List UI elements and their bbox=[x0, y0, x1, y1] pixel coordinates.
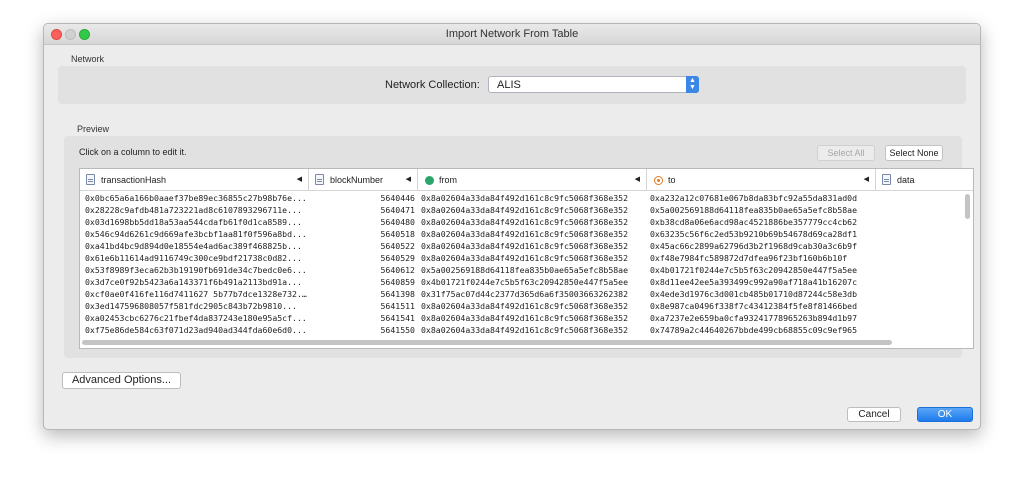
table-row: 0xcf0ae0f416fe116d7411627 5b77b7dce1328e… bbox=[80, 288, 973, 300]
cell-from: 0x8a02604a33da84f492d161c8c9fc5068f368e3… bbox=[421, 241, 629, 251]
select-none-button[interactable]: Select None bbox=[885, 145, 943, 161]
table-row: 0x546c94d6261c9d669afe3bcbf1aa81f0f596a8… bbox=[80, 228, 973, 240]
cell-transaction-hash: 0xcf0ae0f416fe116d7411627 5b77b7dce1328e… bbox=[85, 289, 310, 299]
ok-button[interactable]: OK bbox=[917, 407, 973, 422]
window-title: Import Network From Table bbox=[445, 28, 579, 40]
table-row: 0xf75e86de584c63f071d23ad940ad344fda60e6… bbox=[80, 324, 973, 336]
vertical-scrollbar[interactable] bbox=[965, 194, 970, 219]
column-header-data[interactable]: data bbox=[876, 169, 973, 191]
cell-from: 0x8a02604a33da84f492d161c8c9fc5068f368e3… bbox=[421, 229, 629, 239]
cell-from: 0x5a002569188d64118fea835b0ae65a5efc8b58… bbox=[421, 265, 629, 275]
cell-block-number: 5641550 bbox=[380, 325, 415, 335]
cell-from: 0x8a02604a33da84f492d161c8c9fc5068f368e3… bbox=[421, 193, 629, 203]
column-header-blocknumber[interactable]: blockNumber ◀ bbox=[309, 169, 418, 191]
table-header: transactionHash ◀ blockNumber ◀ from ◀ t… bbox=[80, 169, 973, 191]
column-header-transactionhash[interactable]: transactionHash ◀ bbox=[80, 169, 309, 191]
cell-transaction-hash: 0x3ed147596808057f581fdc2905c843b72b9810… bbox=[85, 301, 297, 311]
network-section-label: Network bbox=[71, 54, 105, 64]
column-header-from[interactable]: from ◀ bbox=[418, 169, 647, 191]
horizontal-scrollbar[interactable] bbox=[82, 340, 892, 345]
column-label: transactionHash bbox=[101, 175, 167, 185]
text-column-icon bbox=[86, 174, 95, 185]
cell-from: 0x8a02604a33da84f492d161c8c9fc5068f368e3… bbox=[421, 253, 629, 263]
table-row: 0x28228c9afdb481a723221ad8c6107893296711… bbox=[80, 204, 973, 216]
table-row: 0x3d7ce0f92b5423a6a143371f6b491a2113bd91… bbox=[80, 276, 973, 288]
preview-table[interactable]: transactionHash ◀ blockNumber ◀ from ◀ t… bbox=[79, 168, 974, 349]
preview-hint: Click on a column to edit it. bbox=[79, 147, 187, 157]
cell-block-number: 5640471 bbox=[380, 205, 415, 215]
column-label: data bbox=[897, 175, 915, 185]
table-row: 0x03d1698bb5dd18a53aa544cdafb61f0d1ca858… bbox=[80, 216, 973, 228]
cell-block-number: 5640529 bbox=[380, 253, 415, 263]
column-label: from bbox=[439, 175, 457, 185]
cell-block-number: 5640522 bbox=[380, 241, 415, 251]
cell-to: 0x74789a2c44640267bbde499cb68855c09c9ef9… bbox=[650, 325, 858, 335]
network-collection-select[interactable]: ALIS ▲ ▼ bbox=[488, 76, 699, 93]
target-node-icon bbox=[654, 176, 663, 185]
import-network-dialog: Import Network From Table Network Networ… bbox=[43, 23, 981, 430]
cell-from: 0x8a02604a33da84f492d161c8c9fc5068f368e3… bbox=[421, 325, 629, 335]
cell-transaction-hash: 0x03d1698bb5dd18a53aa544cdafb61f0d1ca858… bbox=[85, 217, 302, 227]
cell-transaction-hash: 0x0bc65a6a166b0aaef37be89ec36855c27b98b7… bbox=[85, 193, 307, 203]
column-label: to bbox=[668, 175, 676, 185]
title-bar: Import Network From Table bbox=[44, 24, 980, 45]
column-header-to[interactable]: to ◀ bbox=[647, 169, 876, 191]
network-collection-value: ALIS bbox=[497, 79, 521, 91]
cell-transaction-hash: 0xa41bd4bc9d894d0e18554e4ad6ac389f468825… bbox=[85, 241, 302, 251]
cell-block-number: 5640612 bbox=[380, 265, 415, 275]
cell-block-number: 5640518 bbox=[380, 229, 415, 239]
cell-transaction-hash: 0xa02453cbc6276c21fbef4da837243e180e95a5… bbox=[85, 313, 307, 323]
cancel-button[interactable]: Cancel bbox=[847, 407, 901, 422]
column-menu-arrow-icon[interactable]: ◀ bbox=[406, 169, 411, 191]
cell-from: 0x31f75ac07d44c2377d365d6a6f350036632623… bbox=[421, 289, 629, 299]
cell-transaction-hash: 0x546c94d6261c9d669afe3bcbf1aa81f0f596a8… bbox=[85, 229, 307, 239]
cell-to: 0x8d11ee42ee5a393499c992a90af718a41b1620… bbox=[650, 277, 858, 287]
cell-transaction-hash: 0x28228c9afdb481a723221ad8c6107893296711… bbox=[85, 205, 302, 215]
cell-from: 0x8a02604a33da84f492d161c8c9fc5068f368e3… bbox=[421, 301, 629, 311]
column-menu-arrow-icon[interactable]: ◀ bbox=[864, 169, 869, 191]
cell-transaction-hash: 0x3d7ce0f92b5423a6a143371f6b491a2113bd91… bbox=[85, 277, 302, 287]
cell-block-number: 5641398 bbox=[380, 289, 415, 299]
cell-to: 0xf48e7984fc589872d7dfea96f23bf160b6b10f bbox=[650, 253, 848, 263]
cell-block-number: 5640480 bbox=[380, 217, 415, 227]
cell-from: 0x4b01721f0244e7c5b5f63c20942850e447f5a5… bbox=[421, 277, 629, 287]
source-node-icon bbox=[425, 176, 434, 185]
cell-to: 0x4b01721f0244e7c5b5f63c20942850e447f5a5… bbox=[650, 265, 858, 275]
cell-to: 0xa232a12c07681e067b8da83bfc92a55da831ad… bbox=[650, 193, 858, 203]
cell-to: 0x63235c56f6c2ed53b9210b69b54678d69ca28d… bbox=[650, 229, 858, 239]
cell-from: 0x8a02604a33da84f492d161c8c9fc5068f368e3… bbox=[421, 205, 629, 215]
cell-block-number: 5641541 bbox=[380, 313, 415, 323]
cell-to: 0xb38cd8a06e6acd98ac4521886be357779cc4cb… bbox=[650, 217, 858, 227]
table-row: 0xa02453cbc6276c21fbef4da837243e180e95a5… bbox=[80, 312, 973, 324]
cell-transaction-hash: 0x61e6b11614ad9116749c300ce9bdf21738c0d8… bbox=[85, 253, 302, 263]
table-row: 0x3ed147596808057f581fdc2905c843b72b9810… bbox=[80, 300, 973, 312]
cell-to: 0x5a002569188d64118fea835b0ae65a5efc8b58… bbox=[650, 205, 858, 215]
cell-from: 0x8a02604a33da84f492d161c8c9fc5068f368e3… bbox=[421, 313, 629, 323]
advanced-options-button[interactable]: Advanced Options... bbox=[62, 372, 181, 389]
select-all-button[interactable]: Select All bbox=[817, 145, 875, 161]
cell-from: 0x8a02604a33da84f492d161c8c9fc5068f368e3… bbox=[421, 217, 629, 227]
cell-to: 0x8e987ca0496f338f7c43412384f5fe8f81466b… bbox=[650, 301, 858, 311]
cell-to: 0x45ac66c2899a62796d3b2f1968d9cab30a3c6b… bbox=[650, 241, 858, 251]
table-row: 0x53f8989f3eca62b3b19190fb691de34c7bedc0… bbox=[80, 264, 973, 276]
cell-block-number: 5641511 bbox=[380, 301, 415, 311]
cell-to: 0x4ede3d1976c3d001cb485b01710d87244c58e3… bbox=[650, 289, 858, 299]
column-menu-arrow-icon[interactable]: ◀ bbox=[635, 169, 640, 191]
text-column-icon bbox=[882, 174, 891, 185]
table-row: 0x0bc65a6a166b0aaef37be89ec36855c27b98b7… bbox=[80, 192, 973, 204]
column-menu-arrow-icon[interactable]: ◀ bbox=[297, 169, 302, 191]
network-collection-label: Network Collection: bbox=[385, 79, 480, 91]
column-label: blockNumber bbox=[330, 175, 384, 185]
cell-block-number: 5640446 bbox=[380, 193, 415, 203]
table-row: 0xa41bd4bc9d894d0e18554e4ad6ac389f468825… bbox=[80, 240, 973, 252]
cell-transaction-hash: 0x53f8989f3eca62b3b19190fb691de34c7bedc0… bbox=[85, 265, 307, 275]
updown-chevron-icon: ▲ ▼ bbox=[686, 76, 699, 93]
cell-to: 0xa7237e2e659ba0cfa93241778965263b894d1b… bbox=[650, 313, 858, 323]
table-row: 0x61e6b11614ad9116749c300ce9bdf21738c0d8… bbox=[80, 252, 973, 264]
preview-section-label: Preview bbox=[77, 124, 110, 134]
cell-block-number: 5640859 bbox=[380, 277, 415, 287]
cell-transaction-hash: 0xf75e86de584c63f071d23ad940ad344fda60e6… bbox=[85, 325, 307, 335]
text-column-icon bbox=[315, 174, 324, 185]
